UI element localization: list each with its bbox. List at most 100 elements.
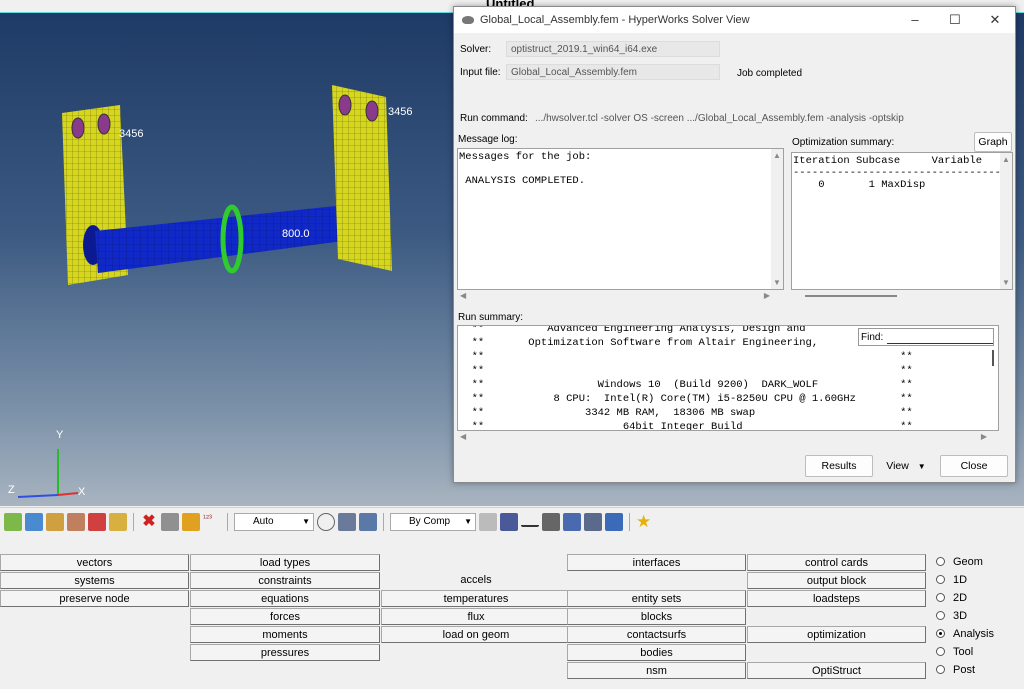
run-summary-hscroll[interactable]: ◀ ▶ xyxy=(457,431,999,443)
chevron-down-icon: ▼ xyxy=(302,516,310,526)
find-box: Find: xyxy=(858,328,994,346)
menu-interfaces[interactable]: interfaces xyxy=(567,554,746,571)
properties-icon[interactable] xyxy=(67,512,85,531)
wireframe-icon[interactable] xyxy=(479,512,497,531)
assemblies-icon[interactable] xyxy=(25,512,43,531)
opt-summary-panel[interactable]: Iteration Subcase Variable --------------… xyxy=(791,152,1013,290)
dialog-title: Global_Local_Assembly.fem - HyperWorks S… xyxy=(480,14,750,26)
main-toolbar: ✖ ¹²³ Auto ▼ By Comp ▼ ★ xyxy=(0,507,1024,535)
menu-bodies[interactable]: bodies xyxy=(567,644,746,661)
input-file-field[interactable]: Global_Local_Assembly.fem xyxy=(506,64,720,80)
opt-summary-hscroll[interactable] xyxy=(791,290,1001,302)
menu-equations[interactable]: equations xyxy=(190,590,380,607)
menu-pressures[interactable]: pressures xyxy=(190,644,380,661)
run-summary-label: Run summary: xyxy=(458,312,524,323)
axis-y-label: Y xyxy=(56,429,64,441)
star-icon[interactable]: ★ xyxy=(636,512,654,531)
separator xyxy=(383,512,384,531)
hide-icon[interactable] xyxy=(161,512,179,531)
radio-analysis[interactable]: Analysis xyxy=(936,628,994,640)
line-icon[interactable] xyxy=(521,517,539,527)
run-summary-scrollthumb[interactable] xyxy=(992,350,994,366)
close-button[interactable]: Close xyxy=(940,455,1008,477)
solver-field[interactable]: optistruct_2019.1_win64_i64.exe xyxy=(506,41,720,57)
message-log-hscroll[interactable]: ◀ ▶ xyxy=(457,290,773,302)
find-label: Find: xyxy=(861,332,884,343)
solver-label: Solver: xyxy=(460,44,492,55)
maximize-button[interactable]: ☐ xyxy=(935,7,975,33)
analysis-menu: vectors systems preserve node load types… xyxy=(0,552,1024,689)
graph-button[interactable]: Graph xyxy=(974,132,1012,152)
radio-1d[interactable]: 1D xyxy=(936,574,967,586)
run-command-value: .../hwsolver.tcl -solver OS -screen .../… xyxy=(535,113,904,124)
separator xyxy=(227,512,228,531)
loadcols-icon[interactable] xyxy=(88,512,106,531)
dialog-titlebar[interactable]: Global_Local_Assembly.fem - HyperWorks S… xyxy=(454,7,1015,33)
opt-summary-text: Iteration Subcase Variable --------------… xyxy=(793,155,1013,191)
menu-flux[interactable]: flux xyxy=(381,608,571,625)
menu-blocks[interactable]: blocks xyxy=(567,608,746,625)
axis-x-label: X xyxy=(78,486,86,498)
menu-temperatures[interactable]: temperatures xyxy=(381,590,571,607)
message-log-panel[interactable]: Messages for the job: ANALYSIS COMPLETED… xyxy=(457,148,784,290)
close-window-button[interactable]: ✕ xyxy=(975,7,1015,33)
menu-loadsteps[interactable]: loadsteps xyxy=(747,590,926,607)
menu-preserve-node[interactable]: preserve node xyxy=(0,590,189,607)
surface-icon[interactable] xyxy=(338,512,356,531)
components-icon[interactable] xyxy=(4,512,22,531)
results-button[interactable]: Results xyxy=(805,455,873,477)
menu-optimization[interactable]: optimization xyxy=(747,626,926,643)
color-mode-select[interactable]: By Comp ▼ xyxy=(390,512,476,531)
menu-load-types[interactable]: load types xyxy=(190,554,380,571)
run-command-label: Run command: xyxy=(460,113,528,124)
opt-summary-scrollbar[interactable]: ▲ ▼ xyxy=(1000,153,1012,289)
menu-forces[interactable]: forces xyxy=(190,608,380,625)
menu-entity-sets[interactable]: entity sets xyxy=(567,590,746,607)
find-input[interactable] xyxy=(887,330,993,344)
menu-control-cards[interactable]: control cards xyxy=(747,554,926,571)
radio-post[interactable]: Post xyxy=(936,664,975,676)
menu-vectors[interactable]: vectors xyxy=(0,554,189,571)
menu-accels[interactable]: accels xyxy=(381,572,571,589)
materials-icon[interactable] xyxy=(46,512,64,531)
element-icon[interactable] xyxy=(563,512,581,531)
menu-contactsurfs[interactable]: contactsurfs xyxy=(567,626,746,643)
menu-load-on-geom[interactable]: load on geom xyxy=(381,626,571,643)
grid-icon[interactable] xyxy=(584,512,602,531)
job-status: Job completed xyxy=(737,68,803,79)
visualization-mode-select[interactable]: Auto ▼ xyxy=(234,512,314,531)
renumber-icon[interactable]: ¹²³ xyxy=(203,513,221,531)
view-menu-button[interactable]: View ▼ xyxy=(879,455,933,477)
sets-icon[interactable] xyxy=(109,512,127,531)
hyperworks-icon xyxy=(462,16,474,24)
run-summary-panel[interactable]: ** Advanced Engineering Analysis, Design… xyxy=(457,325,999,431)
axis-z-label: Z xyxy=(8,484,15,496)
menu-nsm[interactable]: nsm xyxy=(567,662,746,679)
menu-systems[interactable]: systems xyxy=(0,572,189,589)
chevron-down-icon: ▼ xyxy=(917,462,926,471)
isolate-icon[interactable] xyxy=(182,512,200,531)
message-log-label: Message log: xyxy=(458,134,518,145)
monitor-icon[interactable] xyxy=(605,512,623,531)
radio-tool[interactable]: Tool xyxy=(936,646,973,658)
message-log-text: Messages for the job: ANALYSIS COMPLETED… xyxy=(459,151,592,187)
separator xyxy=(629,512,630,531)
radio-3d[interactable]: 3D xyxy=(936,610,967,622)
radio-2d[interactable]: 2D xyxy=(936,592,967,604)
solid-icon[interactable] xyxy=(500,512,518,531)
shading-icon[interactable] xyxy=(317,512,335,531)
cube-icon[interactable] xyxy=(359,512,377,531)
value-label: 800.0 xyxy=(282,228,310,240)
minimize-button[interactable]: – xyxy=(895,7,935,33)
menu-moments[interactable]: moments xyxy=(190,626,380,643)
radio-geom[interactable]: Geom xyxy=(936,556,983,568)
menu-output-block[interactable]: output block xyxy=(747,572,926,589)
delete-icon[interactable]: ✖ xyxy=(140,513,158,531)
plane-icon[interactable] xyxy=(542,512,560,531)
menu-optistruct[interactable]: OptiStruct xyxy=(747,662,926,679)
node-label-right: 3456 xyxy=(388,106,413,118)
chevron-down-icon: ▼ xyxy=(464,516,472,526)
solver-view-dialog: Global_Local_Assembly.fem - HyperWorks S… xyxy=(453,6,1016,483)
menu-constraints[interactable]: constraints xyxy=(190,572,380,589)
message-log-scrollbar[interactable]: ▲ ▼ xyxy=(771,149,783,289)
